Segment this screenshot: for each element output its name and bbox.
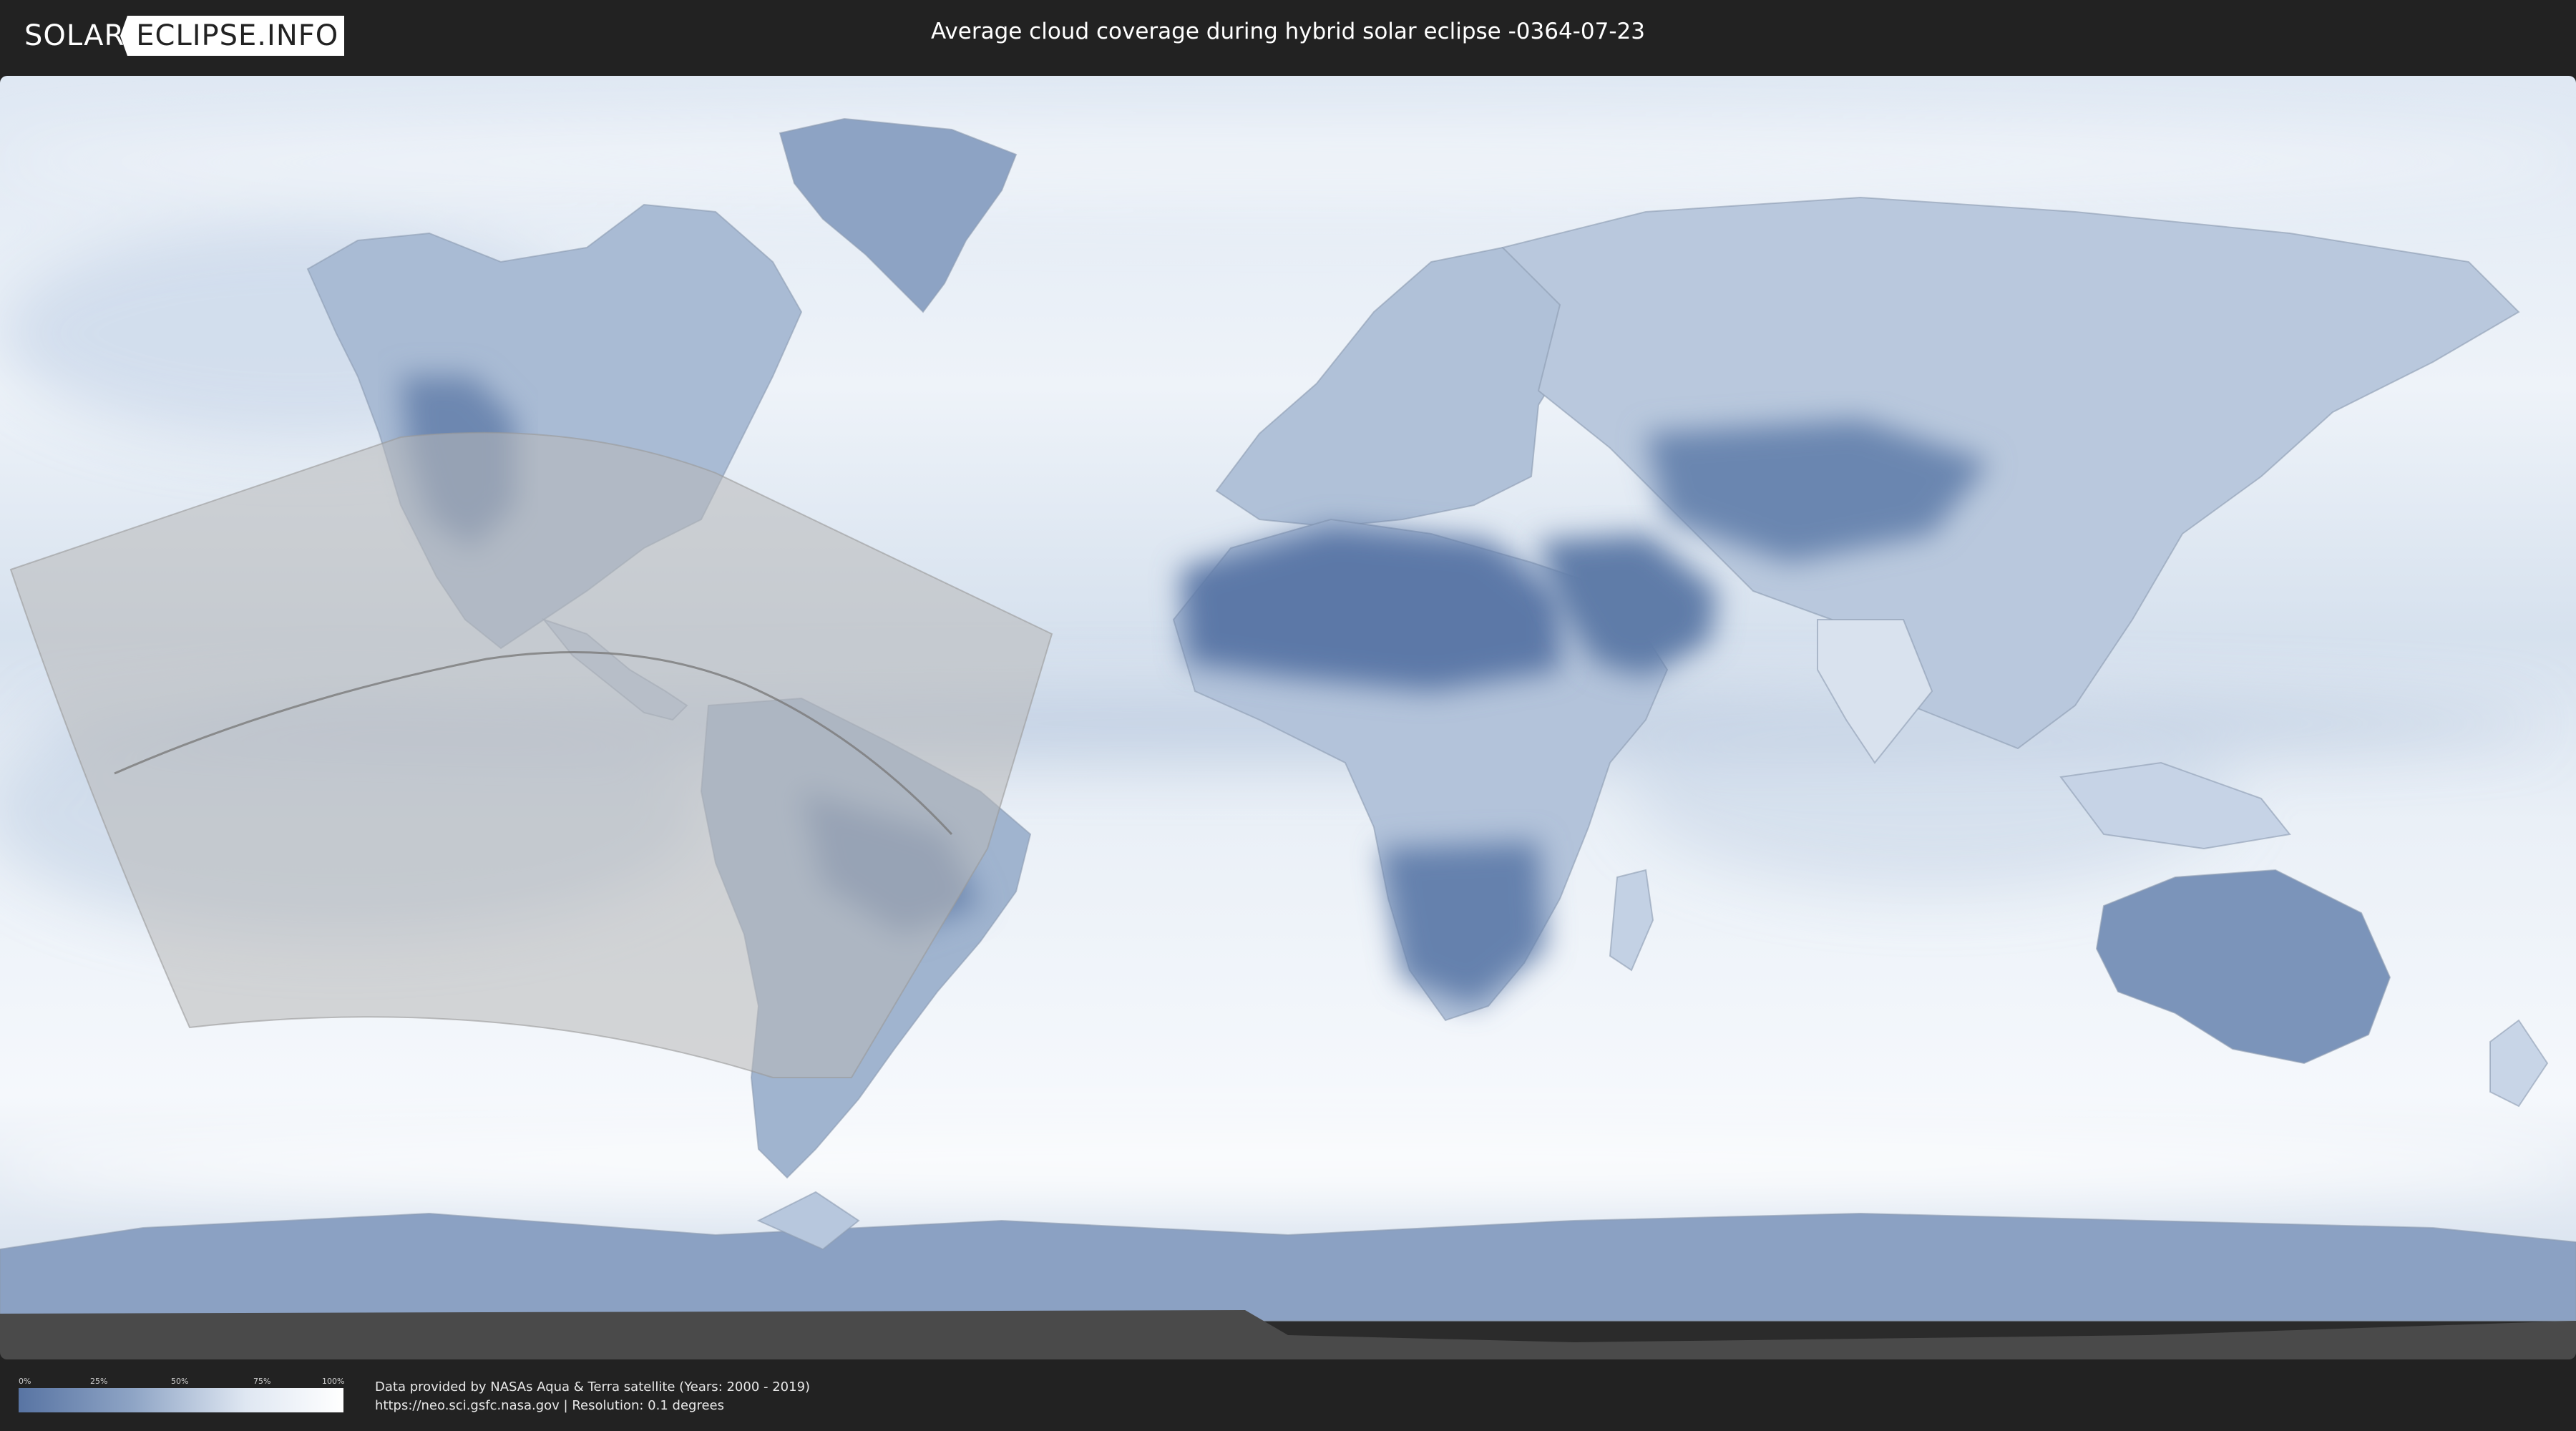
cloud-coverage-map xyxy=(0,76,2576,1359)
legend-tick-0: 0% xyxy=(19,1377,31,1386)
credits-line-url[interactable]: https://neo.sci.gsfc.nasa.gov | Resoluti… xyxy=(375,1397,810,1415)
header-bar: SOLAR ECLIPSE.INFO Average cloud coverag… xyxy=(0,0,2576,72)
page-title: Average cloud coverage during hybrid sol… xyxy=(931,19,1645,44)
world-map-svg xyxy=(0,76,2576,1359)
legend-tick-25: 25% xyxy=(90,1377,108,1386)
cloud-coverage-legend: 0% 25% 50% 75% 100% xyxy=(19,1372,345,1412)
legend-tick-100: 100% xyxy=(322,1377,345,1386)
cloud-band-arctic xyxy=(0,119,2576,205)
credits-line-source: Data provided by NASAs Aqua & Terra sate… xyxy=(375,1379,811,1395)
legend-tick-50: 50% xyxy=(171,1377,189,1386)
legend-ticks: 0% 25% 50% 75% 100% xyxy=(19,1372,345,1388)
data-credits: Data provided by NASAs Aqua & Terra sate… xyxy=(375,1378,810,1415)
cloud-band-southern-ocean xyxy=(0,1120,2576,1206)
legend-tick-75: 75% xyxy=(253,1377,271,1386)
legend-color-bar xyxy=(19,1388,343,1412)
